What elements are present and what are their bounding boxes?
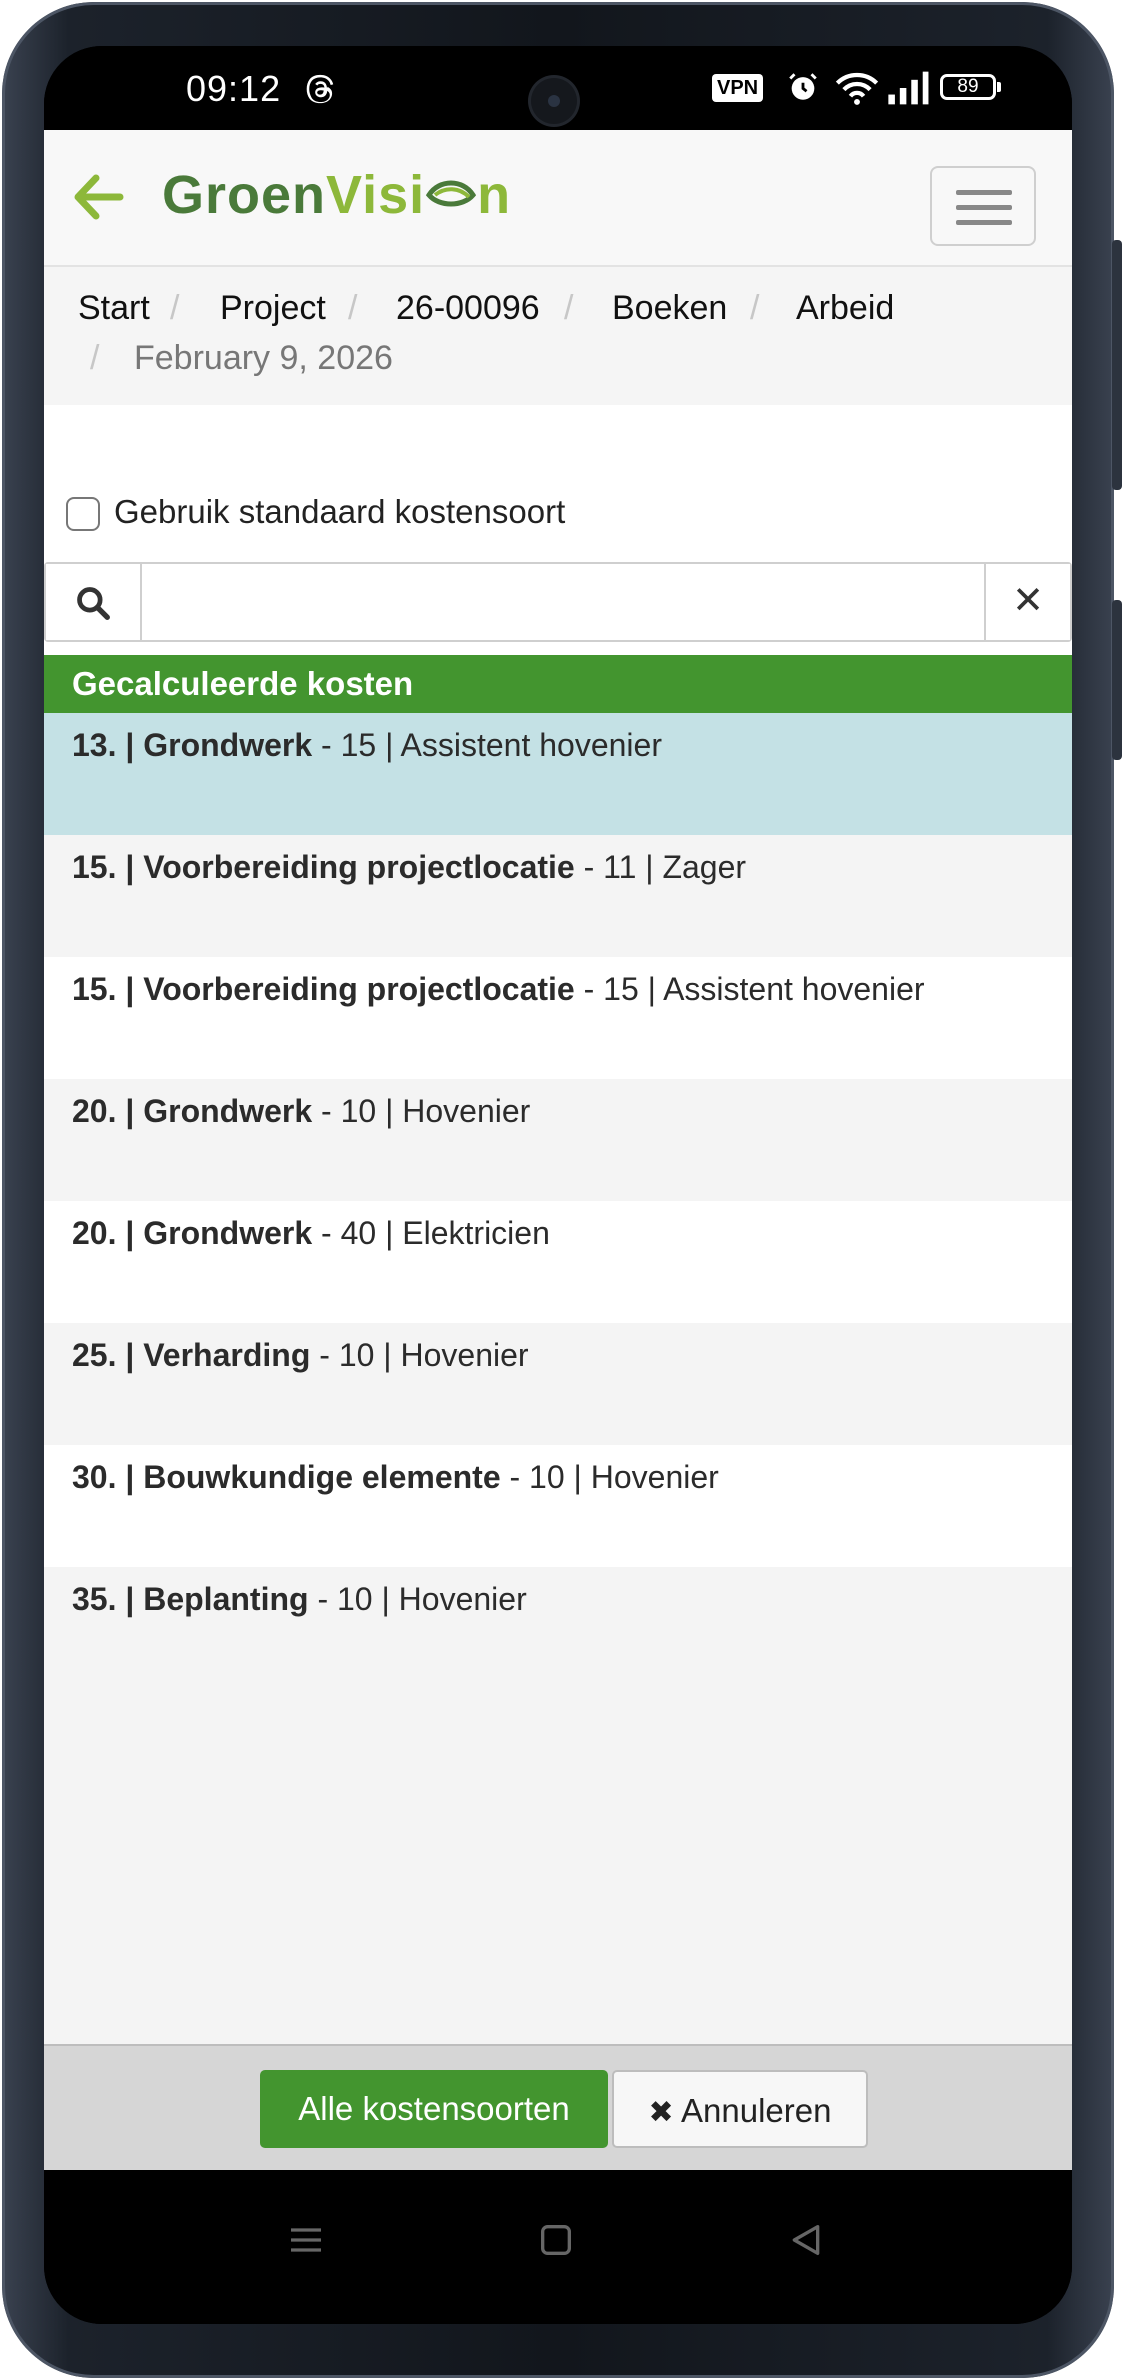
front-camera (531, 78, 577, 124)
cost-type-detail: - 10 | Hovenier (312, 1093, 531, 1129)
cost-type-code: 25. | Verharding (72, 1337, 311, 1373)
all-cost-types-button[interactable]: Alle kostensoorten (260, 2070, 608, 2148)
cost-type-code: 20. | Grondwerk (72, 1093, 313, 1129)
cost-type-code: 20. | Grondwerk (72, 1215, 313, 1251)
breadcrumb-project-number[interactable]: 26-00096 (396, 289, 540, 328)
cost-type-code: 35. | Beplanting (72, 1581, 309, 1617)
close-icon: ✕ (1012, 580, 1044, 622)
cost-type-row[interactable]: 30. | Bouwkundige elemente - 10 | Hoveni… (44, 1445, 1072, 1567)
cost-type-detail: - 11 | Zager (574, 849, 747, 885)
section-header: Gecalculeerde kosten (44, 655, 1072, 713)
cost-type-detail: - 10 | Hovenier (310, 1337, 529, 1373)
screen: 09:12 VPN 89 GroenVisi n Start / Project… (44, 46, 1072, 2324)
cost-type-row-text: 15. | Voorbereiding projectlocatie - 15 … (72, 971, 925, 1008)
status-time: 09:12 (186, 68, 282, 109)
breadcrumb: Start / Project / 26-00096 / Boeken / Ar… (44, 267, 1072, 405)
breadcrumb-boeken[interactable]: Boeken (612, 289, 727, 328)
breadcrumb-separator: / (750, 289, 760, 327)
footer-bar: Alle kostensoorten ✖ Annuleren (44, 2044, 1072, 2172)
close-icon: ✖ (648, 2096, 674, 2129)
cost-type-row-text: 30. | Bouwkundige elemente - 10 | Hoveni… (72, 1459, 719, 1496)
cost-type-code: 15. | Voorbereiding projectlocatie (72, 971, 575, 1007)
cost-type-detail: - 15 | Assistent hovenier (312, 727, 662, 763)
cancel-button[interactable]: ✖ Annuleren (612, 2070, 868, 2148)
breadcrumb-project[interactable]: Project (220, 289, 326, 328)
cost-type-row[interactable]: 15. | Voorbereiding projectlocatie - 11 … (44, 835, 1072, 957)
cost-type-row[interactable]: 13. | Grondwerk - 15 | Assistent hovenie… (44, 713, 1072, 835)
status-bar: 09:12 VPN 89 (44, 46, 1072, 130)
hamburger-icon-line (956, 220, 1012, 225)
cost-type-row[interactable]: 35. | Beplanting - 10 | Hovenier (44, 1567, 1072, 1689)
recent-apps-icon[interactable] (286, 2220, 326, 2260)
breadcrumb-active-date: February 9, 2026 (134, 339, 393, 377)
hamburger-menu-button[interactable] (930, 166, 1036, 246)
cost-type-code: 13. | Grondwerk (72, 727, 313, 763)
cost-type-row-text: 20. | Grondwerk - 40 | Elektricien (72, 1215, 550, 1252)
breadcrumb-separator: / (564, 289, 574, 327)
app-view: GroenVisi n Start / Project / 26-00096 / (44, 130, 1072, 2172)
logo-eye-icon (426, 180, 477, 207)
hamburger-icon-line (956, 205, 1012, 210)
clear-search-button[interactable]: ✕ (984, 564, 1070, 640)
cost-type-row-text: 35. | Beplanting - 10 | Hovenier (72, 1581, 527, 1618)
arrow-left-icon[interactable] (74, 174, 124, 220)
main-content: Gebruik standaard kostensoort ✕ Gecalcul (44, 405, 1072, 2170)
side-button-power (1112, 600, 1122, 760)
logo-text-part2: Visi (326, 165, 426, 225)
search-bar: ✕ (44, 562, 1072, 642)
app-navbar: GroenVisi n (44, 130, 1072, 267)
cost-type-list: 13. | Grondwerk - 15 | Assistent hovenie… (44, 713, 1072, 1689)
breadcrumb-start[interactable]: Start (78, 289, 150, 328)
breadcrumb-arbeid[interactable]: Arbeid (796, 289, 894, 328)
cost-type-row-text: 13. | Grondwerk - 15 | Assistent hovenie… (72, 727, 662, 764)
cost-type-row-text: 25. | Verharding - 10 | Hovenier (72, 1337, 529, 1374)
alarm-icon (789, 73, 817, 100)
cost-type-detail: - 10 | Hovenier (308, 1581, 527, 1617)
system-navigation-bar (44, 2170, 1072, 2324)
threads-icon (306, 74, 334, 104)
battery-icon: 89 (940, 74, 1001, 100)
search-icon (77, 587, 110, 620)
wifi-icon (835, 72, 879, 105)
logo-text-part1: Groen (162, 165, 327, 225)
side-button-volume (1112, 240, 1122, 490)
cost-type-row[interactable]: 25. | Verharding - 10 | Hovenier (44, 1323, 1072, 1445)
breadcrumb-separator: / (90, 339, 100, 377)
cost-type-row[interactable]: 15. | Voorbereiding projectlocatie - 15 … (44, 957, 1072, 1079)
groenvision-logo[interactable]: GroenVisi n (162, 164, 511, 234)
search-icon-box (46, 564, 142, 640)
cost-type-detail: - 15 | Assistent hovenier (574, 971, 925, 1007)
hamburger-icon (956, 190, 1012, 195)
vpn-badge: VPN (712, 74, 764, 102)
back-icon[interactable] (786, 2220, 826, 2260)
battery-level: 89 (957, 76, 979, 97)
logo-text-part3: n (477, 165, 512, 225)
cost-type-row[interactable]: 20. | Grondwerk - 10 | Hovenier (44, 1079, 1072, 1201)
breadcrumb-separator: / (348, 289, 358, 327)
cost-type-row[interactable]: 20. | Grondwerk - 40 | Elektricien (44, 1201, 1072, 1323)
cost-type-detail: - 40 | Elektricien (312, 1215, 550, 1251)
home-icon[interactable] (536, 2220, 576, 2260)
cancel-button-label: Annuleren (681, 2092, 832, 2129)
cost-type-row-text: 20. | Grondwerk - 10 | Hovenier (72, 1093, 530, 1130)
standard-cost-type-label[interactable]: Gebruik standaard kostensoort (114, 493, 565, 531)
cost-type-code: 30. | Bouwkundige elemente (72, 1459, 501, 1495)
signal-icon (888, 71, 929, 105)
phone-frame: 09:12 VPN 89 GroenVisi n Start / Project… (0, 0, 1126, 2380)
search-input[interactable] (142, 564, 978, 640)
standard-cost-type-checkbox[interactable] (66, 497, 100, 531)
cost-type-row-text: 15. | Voorbereiding projectlocatie - 11 … (72, 849, 746, 886)
cost-type-code: 15. | Voorbereiding projectlocatie (72, 849, 575, 885)
breadcrumb-separator: / (170, 289, 180, 327)
cost-type-detail: - 10 | Hovenier (500, 1459, 719, 1495)
